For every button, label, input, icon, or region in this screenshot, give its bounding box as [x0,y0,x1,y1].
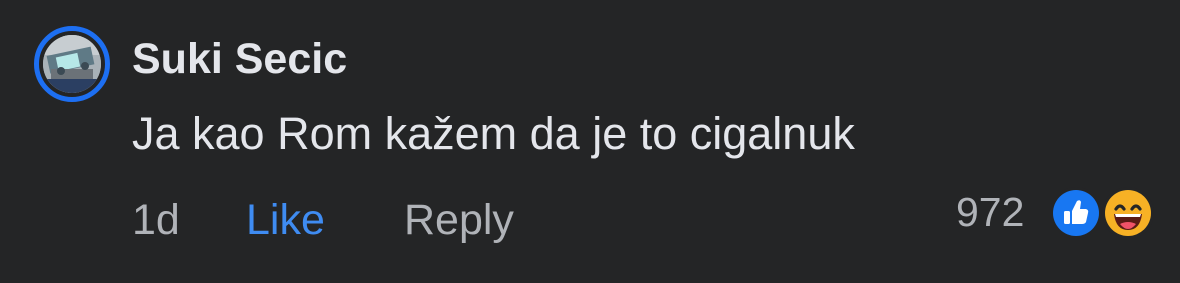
avatar-ring[interactable] [34,26,110,102]
like-reaction-icon [1050,187,1102,239]
like-button[interactable]: Like [246,192,325,248]
avatar-image [43,35,101,93]
avatar[interactable] [43,35,101,93]
comment-text: Ja kao Rom kažem da je to cigalnuk [132,108,855,159]
comment-timestamp[interactable]: 1d [132,192,180,248]
reaction-count[interactable]: 972 [956,185,1024,239]
comment-author[interactable]: Suki Secic [132,32,347,86]
reactions-summary[interactable] [1049,184,1161,240]
haha-reaction-icon [1102,187,1154,239]
reply-button[interactable]: Reply [404,192,514,248]
